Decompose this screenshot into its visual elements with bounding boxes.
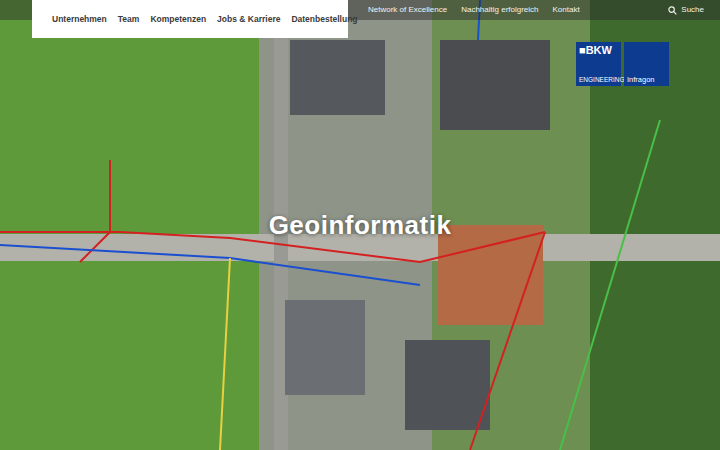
magnifier-icon[interactable]	[668, 6, 677, 15]
nav-item[interactable]: Unternehmen	[52, 13, 107, 26]
logo-company: Infragon	[627, 76, 666, 84]
nav-item[interactable]: Kompetenzen	[150, 13, 206, 26]
infragon-logo-box[interactable]: Infragon	[624, 42, 669, 86]
top-link[interactable]: Network of Excellence	[368, 4, 447, 16]
nav-item[interactable]: Jobs & Karriere	[217, 13, 280, 26]
logo-brand: ■BKW	[579, 45, 618, 56]
bkw-logo-box[interactable]: ■BKW ENGINEERING	[576, 42, 621, 86]
search-label[interactable]: Suche	[681, 4, 704, 16]
nav-item[interactable]: Team	[118, 13, 140, 26]
company-logo[interactable]: ■BKW ENGINEERING Infragon	[576, 42, 669, 86]
search-button[interactable]: Suche	[668, 0, 704, 20]
top-link[interactable]: Kontakt	[553, 4, 580, 16]
nav-item[interactable]: Datenbestellung	[291, 13, 357, 26]
top-link[interactable]: Nachhaltig erfolgreich	[461, 4, 538, 16]
roof	[438, 225, 543, 325]
logo-division: ENGINEERING	[579, 77, 618, 84]
roof	[405, 340, 490, 430]
hero-title: Geoinformatik	[0, 210, 720, 241]
roof	[290, 40, 385, 115]
roof	[285, 300, 365, 395]
hero-photo: Network of Excellence Nachhaltig erfolgre…	[0, 0, 720, 450]
top-links: Network of Excellence Nachhaltig erfolgre…	[368, 0, 580, 20]
roof	[440, 40, 550, 130]
main-nav: Unternehmen Team Kompetenzen Jobs & Karrier…	[32, 0, 348, 38]
